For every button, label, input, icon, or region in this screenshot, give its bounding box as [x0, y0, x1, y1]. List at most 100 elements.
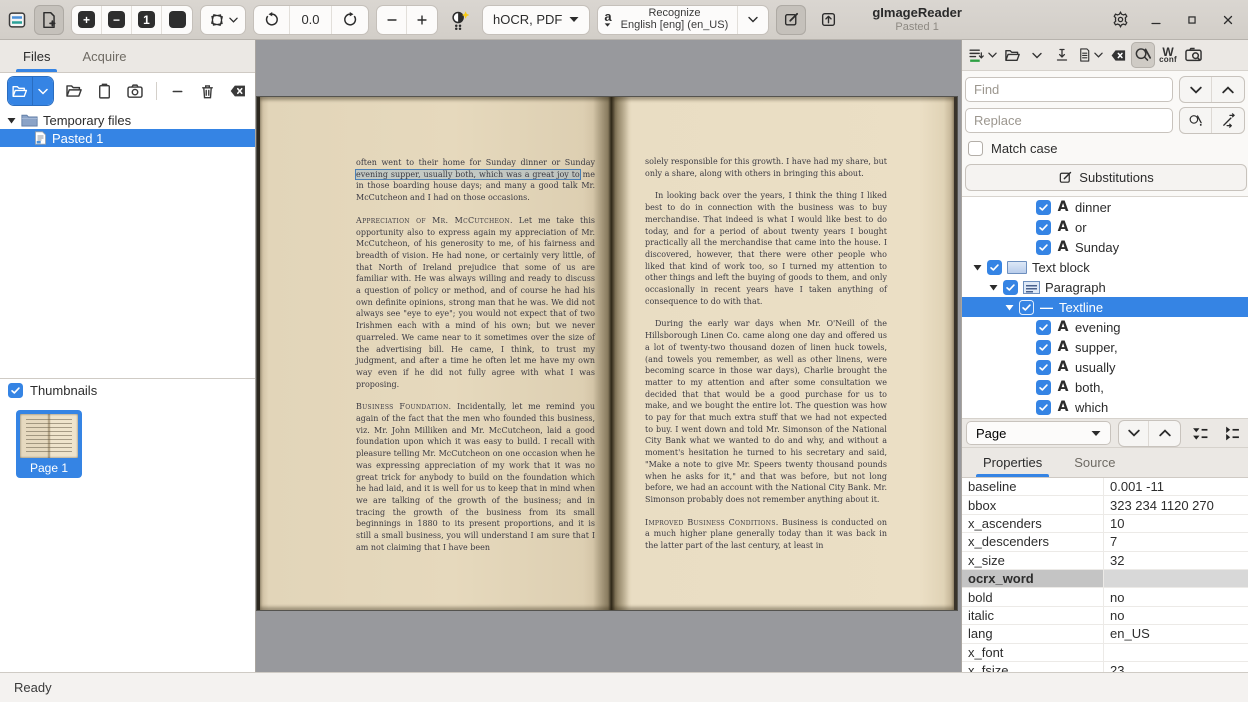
property-row[interactable]: bbox323 234 1120 270	[962, 496, 1248, 514]
thumbnail-page-1[interactable]: Page 1	[16, 410, 82, 478]
find-next-button[interactable]	[1180, 77, 1212, 102]
substitutions-button[interactable]: Substitutions	[965, 164, 1247, 191]
ocr-tree-row[interactable]: ASunday	[962, 237, 1248, 257]
item-checkbox[interactable]	[987, 260, 1002, 275]
collapse-all-button[interactable]	[1219, 421, 1244, 445]
expand-all-button[interactable]	[1188, 421, 1213, 445]
expander-icon[interactable]	[1004, 304, 1014, 311]
ocr-tree-row[interactable]: Asupper,	[962, 337, 1248, 357]
replace-input[interactable]	[965, 108, 1173, 133]
clear-output-button[interactable]	[1106, 42, 1130, 68]
add-images-dropdown[interactable]	[33, 77, 54, 105]
decrease-button[interactable]	[377, 6, 407, 34]
scanned-book-image[interactable]: often went to their home for Sunday dinn…	[257, 97, 957, 610]
tree-row-pasted-1[interactable]: Pasted 1	[0, 129, 255, 147]
toggle-output-pane-button[interactable]	[776, 5, 806, 35]
ocr-tree-row[interactable]: Aevening	[962, 317, 1248, 337]
replace-all-button[interactable]	[1212, 108, 1244, 133]
zoom-fit-button[interactable]	[162, 6, 192, 34]
find-input[interactable]	[965, 77, 1173, 102]
item-checkbox[interactable]	[1036, 340, 1051, 355]
image-controls-button[interactable]	[445, 5, 475, 35]
ocr-tree-row[interactable]: Paragraph	[962, 277, 1248, 297]
export-format-dropdown[interactable]: hOCR, PDF	[482, 5, 590, 35]
rotate-mode-dropdown[interactable]	[201, 6, 245, 34]
ocr-tree-row[interactable]: Awhich	[962, 397, 1248, 417]
open-output-button[interactable]	[1000, 42, 1024, 68]
thumbnails-checkbox[interactable]	[8, 383, 23, 398]
ocr-tree-row[interactable]: Aor	[962, 217, 1248, 237]
find-previous-button[interactable]	[1212, 77, 1244, 102]
ocr-tree-row[interactable]: Aboth,	[962, 377, 1248, 397]
tab-source[interactable]: Source	[1059, 448, 1130, 477]
rotation-angle-value[interactable]: 0.0	[290, 6, 332, 34]
item-checkbox[interactable]	[1036, 200, 1051, 215]
clear-images-button[interactable]	[229, 78, 247, 104]
item-checkbox[interactable]	[1036, 360, 1051, 375]
ocr-tree-row[interactable]: —Textline	[962, 297, 1248, 317]
save-output-button[interactable]	[1050, 42, 1074, 68]
zoom-in-button[interactable]: +	[72, 6, 102, 34]
property-row[interactable]: langen_US	[962, 625, 1248, 643]
property-row[interactable]: italicno	[962, 607, 1248, 625]
word-confidence-toggle[interactable]: W conf	[1156, 42, 1180, 68]
screenshot-button[interactable]	[126, 78, 144, 104]
property-row[interactable]: baseline0.001 -11	[962, 478, 1248, 496]
property-row[interactable]: boldno	[962, 588, 1248, 606]
maximize-button[interactable]	[1179, 7, 1205, 33]
recognize-button[interactable]: a Recognize English [eng] (en_US)	[598, 6, 738, 34]
property-row[interactable]: x_size32	[962, 552, 1248, 570]
add-page-button[interactable]	[34, 5, 64, 35]
paste-button[interactable]	[95, 78, 113, 104]
property-row[interactable]: ocrx_word	[962, 570, 1248, 588]
replace-button[interactable]	[1180, 108, 1212, 133]
item-checkbox[interactable]	[1003, 280, 1018, 295]
rotate-clockwise-button[interactable]	[332, 6, 368, 34]
item-checkbox[interactable]	[1036, 400, 1051, 415]
item-checkbox[interactable]	[1019, 300, 1034, 315]
tab-properties[interactable]: Properties	[968, 448, 1057, 477]
close-button[interactable]	[1215, 7, 1241, 33]
match-case-checkbox[interactable]	[968, 141, 983, 156]
increase-button[interactable]	[407, 6, 437, 34]
property-row[interactable]: x_fsize23	[962, 662, 1248, 672]
item-checkbox[interactable]	[1036, 380, 1051, 395]
add-images-button[interactable]	[8, 77, 33, 105]
open-folder-button[interactable]	[65, 78, 83, 104]
preview-toggle[interactable]	[1181, 42, 1205, 68]
insert-mode-dropdown[interactable]	[965, 42, 999, 68]
ocr-tree-row[interactable]: Ausually	[962, 357, 1248, 377]
settings-button[interactable]	[1107, 7, 1133, 33]
item-checkbox[interactable]	[1036, 220, 1051, 235]
ocr-tree-row[interactable]: Adinner	[962, 197, 1248, 217]
remove-image-button[interactable]	[169, 78, 187, 104]
ocr-tree-row[interactable]: Text block	[962, 257, 1248, 277]
tree-row-temporary-files[interactable]: Temporary files	[0, 111, 255, 129]
selected-textline-highlight[interactable]: evening supper, usually both, which was …	[356, 170, 580, 179]
delete-image-button[interactable]	[199, 78, 217, 104]
page-selector-dropdown[interactable]: Page	[966, 421, 1111, 445]
open-output-dropdown[interactable]	[1025, 42, 1049, 68]
property-row[interactable]: x_descenders7	[962, 533, 1248, 551]
tab-acquire[interactable]: Acquire	[67, 40, 141, 72]
item-checkbox[interactable]	[1036, 240, 1051, 255]
export-output-dropdown[interactable]	[1075, 42, 1105, 68]
zoom-original-button[interactable]: 1	[132, 6, 162, 34]
expander-icon[interactable]	[972, 264, 982, 271]
item-checkbox[interactable]	[1036, 320, 1051, 335]
caret-down-icon	[569, 16, 579, 23]
next-item-button[interactable]	[1119, 421, 1149, 446]
recognize-dropdown[interactable]	[738, 6, 768, 34]
property-row[interactable]: x_ascenders10	[962, 515, 1248, 533]
expander-icon[interactable]	[6, 117, 16, 124]
minimize-button[interactable]	[1143, 7, 1169, 33]
find-replace-toggle[interactable]	[1131, 42, 1155, 68]
export-button[interactable]	[813, 5, 843, 35]
property-row[interactable]: x_font	[962, 644, 1248, 662]
rotate-counterclockwise-button[interactable]	[254, 6, 290, 34]
zoom-out-button[interactable]: −	[102, 6, 132, 34]
tab-files[interactable]: Files	[8, 40, 65, 72]
image-canvas[interactable]: often went to their home for Sunday dinn…	[256, 40, 961, 672]
previous-item-button[interactable]	[1149, 421, 1179, 446]
expander-icon[interactable]	[988, 284, 998, 291]
